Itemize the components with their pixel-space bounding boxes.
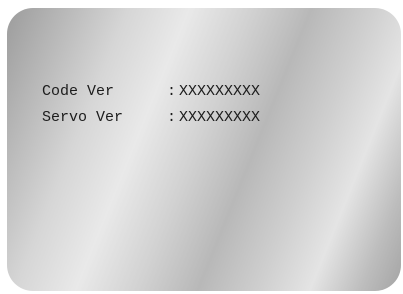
version-info: Code Ver : XXXXXXXXX Servo Ver : XXXXXXX… [42, 79, 260, 131]
code-version-label: Code Ver [42, 83, 115, 100]
code-version-row: Code Ver : XXXXXXXXX [42, 79, 260, 105]
servo-version-row: Servo Ver : XXXXXXXXX [42, 105, 260, 131]
servo-version-separator: : [167, 109, 177, 126]
osd-panel: Code Ver : XXXXXXXXX Servo Ver : XXXXXXX… [7, 8, 401, 291]
code-version-value: XXXXXXXXX [179, 83, 261, 100]
code-version-separator: : [167, 83, 177, 100]
servo-version-label: Servo Ver [42, 109, 124, 126]
servo-version-value: XXXXXXXXX [179, 109, 261, 126]
